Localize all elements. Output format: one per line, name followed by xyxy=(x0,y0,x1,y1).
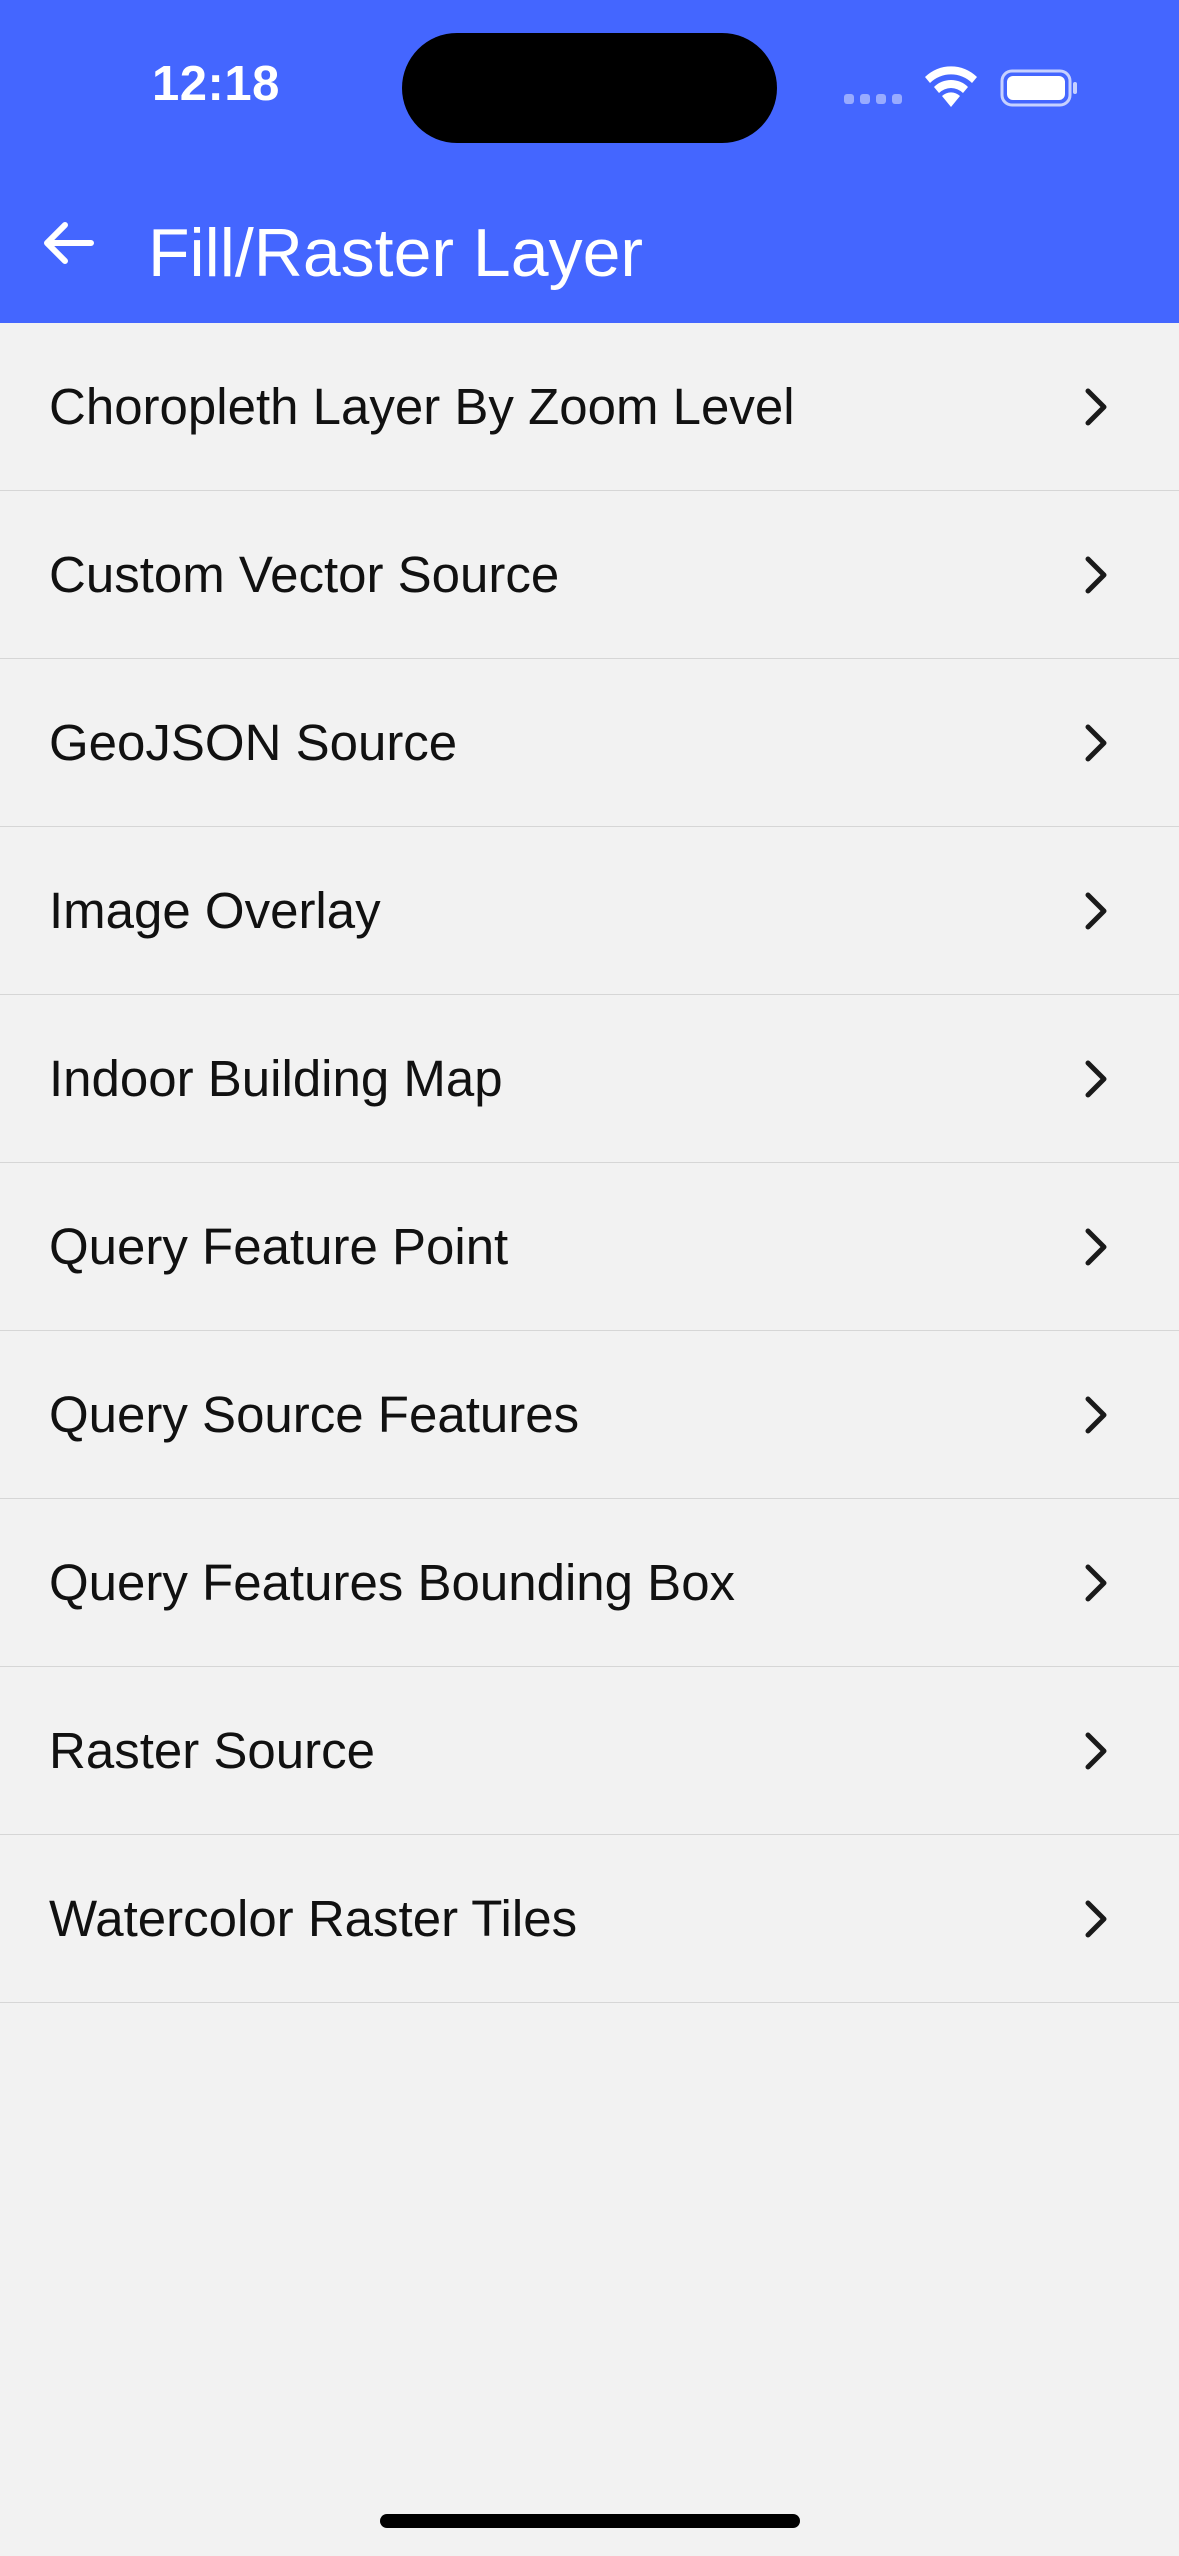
list-item-label: Query Features Bounding Box xyxy=(49,1554,736,1611)
list-item-query-feature-point[interactable]: Query Feature Point xyxy=(0,1163,1179,1331)
list-item-label: Choropleth Layer By Zoom Level xyxy=(49,378,795,435)
status-time: 12:18 xyxy=(152,57,280,111)
back-button[interactable] xyxy=(30,205,106,281)
list-item-label: Image Overlay xyxy=(49,882,381,939)
chevron-right-icon xyxy=(1085,1900,1107,1938)
page-title: Fill/Raster Layer xyxy=(148,215,644,291)
chevron-right-icon xyxy=(1085,1060,1107,1098)
example-list: Choropleth Layer By Zoom Level Custom Ve… xyxy=(0,323,1179,2003)
list-item-label: Custom Vector Source xyxy=(49,546,560,603)
chevron-right-icon xyxy=(1085,892,1107,930)
home-indicator[interactable] xyxy=(380,2514,800,2528)
chevron-right-icon xyxy=(1085,1228,1107,1266)
chevron-right-icon xyxy=(1085,388,1107,426)
list-item-choropleth-layer-by-zoom-level[interactable]: Choropleth Layer By Zoom Level xyxy=(0,323,1179,491)
dynamic-island xyxy=(402,33,777,143)
list-item-label: Query Feature Point xyxy=(49,1218,509,1275)
list-item-query-source-features[interactable]: Query Source Features xyxy=(0,1331,1179,1499)
list-item-geojson-source[interactable]: GeoJSON Source xyxy=(0,659,1179,827)
list-item-label: GeoJSON Source xyxy=(49,714,458,771)
list-item-image-overlay[interactable]: Image Overlay xyxy=(0,827,1179,995)
app-header: 12:18 Fill/Raster Layer xyxy=(0,0,1179,323)
list-item-label: Indoor Building Map xyxy=(49,1050,503,1107)
list-item-indoor-building-map[interactable]: Indoor Building Map xyxy=(0,995,1179,1163)
list-item-raster-source[interactable]: Raster Source xyxy=(0,1667,1179,1835)
battery-icon xyxy=(1000,69,1077,107)
chevron-right-icon xyxy=(1085,1564,1107,1602)
list-item-label: Raster Source xyxy=(49,1722,375,1779)
list-item-label: Watercolor Raster Tiles xyxy=(49,1890,578,1947)
chevron-right-icon xyxy=(1085,1732,1107,1770)
list-item-label: Query Source Features xyxy=(49,1386,580,1443)
chevron-right-icon xyxy=(1085,724,1107,762)
chevron-right-icon xyxy=(1085,556,1107,594)
list-item-query-features-bounding-box[interactable]: Query Features Bounding Box xyxy=(0,1499,1179,1667)
wifi-icon xyxy=(925,66,977,107)
list-item-custom-vector-source[interactable]: Custom Vector Source xyxy=(0,491,1179,659)
chevron-right-icon xyxy=(1085,1396,1107,1434)
list-item-watercolor-raster-tiles[interactable]: Watercolor Raster Tiles xyxy=(0,1835,1179,2003)
arrow-left-icon xyxy=(44,222,94,264)
cellular-signal-icon xyxy=(844,94,902,104)
